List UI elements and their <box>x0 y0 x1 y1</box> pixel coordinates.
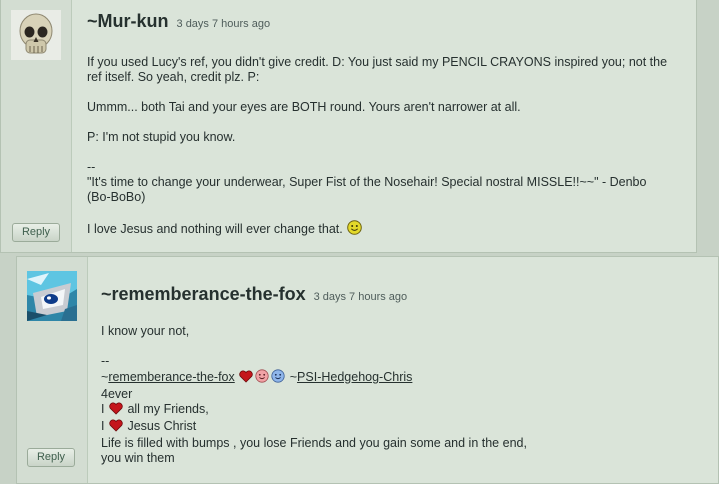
smiley-icon <box>347 220 363 239</box>
heart-icon <box>109 419 123 436</box>
signature-separator: -- <box>101 354 110 368</box>
timestamp[interactable]: 3 days 7 hours ago <box>177 18 271 30</box>
reply-button[interactable]: Reply <box>27 448 75 467</box>
signature-i: I <box>101 402 105 416</box>
comment-header: ~Mur-kun 3 days 7 hours ago <box>87 11 270 32</box>
comment-header: ~rememberance-the-fox 3 days 7 hours ago <box>101 284 407 305</box>
comment-rememberance-the-fox: Reply ~rememberance-the-fox 3 days 7 hour… <box>16 256 719 484</box>
signature-life-line: you win them <box>101 451 175 465</box>
signature-links-line: ~rememberance-the-fox ~PSI-Hedgehog-Chri… <box>101 369 681 387</box>
tilde: ~ <box>289 370 298 384</box>
heart-icon <box>109 402 123 419</box>
signature-text: I love Jesus and nothing will ever chang… <box>87 222 343 236</box>
comment-paragraph: If you used Lucy's ref, you didn't give … <box>87 55 668 84</box>
comment-paragraph: I know your not, <box>101 324 190 338</box>
blue-fox-icon[interactable] <box>27 271 77 321</box>
pink-smiley-icon <box>255 369 269 387</box>
signature-4ever: 4ever <box>101 387 133 401</box>
blue-smiley-icon <box>271 369 285 387</box>
signature-jesus: Jesus Christ <box>127 419 197 433</box>
comment-paragraph: P: I'm not stupid you know. <box>87 130 236 144</box>
username[interactable]: ~Mur-kun <box>87 11 169 31</box>
signature-jesus-line: I Jesus Christ <box>101 419 681 436</box>
signature-i: I <box>101 419 105 433</box>
user-link-psi-hedgehog-chris[interactable]: PSI-Hedgehog-Chris <box>297 370 412 384</box>
comment-mur-kun: Reply ~Mur-kun 3 days 7 hours ago If you … <box>0 0 697 253</box>
reply-button[interactable]: Reply <box>12 223 60 242</box>
comment-body: I know your not, -- ~ rememberance-the-fo… <box>101 324 681 466</box>
signature-line: I love Jesus and nothing will ever chang… <box>87 220 672 239</box>
signature-quote: "It's time to change your underwear, Sup… <box>87 175 647 204</box>
username[interactable]: ~rememberance-the-fox <box>101 284 306 304</box>
skull-icon[interactable] <box>11 10 61 60</box>
timestamp[interactable]: 3 days 7 hours ago <box>314 291 408 303</box>
comment-paragraph: Ummm... both Tai and your eyes are BOTH … <box>87 100 521 114</box>
signature-friends: all my Friends, <box>127 402 209 416</box>
comment-body: If you used Lucy's ref, you didn't give … <box>87 55 672 239</box>
user-link-rememberance-the-fox[interactable]: rememberance-the-fox <box>108 370 234 384</box>
heart-icon <box>239 370 253 387</box>
signature-separator: -- <box>87 160 96 174</box>
signature-life-line: Life is filled with bumps , you lose Fri… <box>101 436 527 450</box>
signature-friends-line: I all my Friends, <box>101 402 681 419</box>
